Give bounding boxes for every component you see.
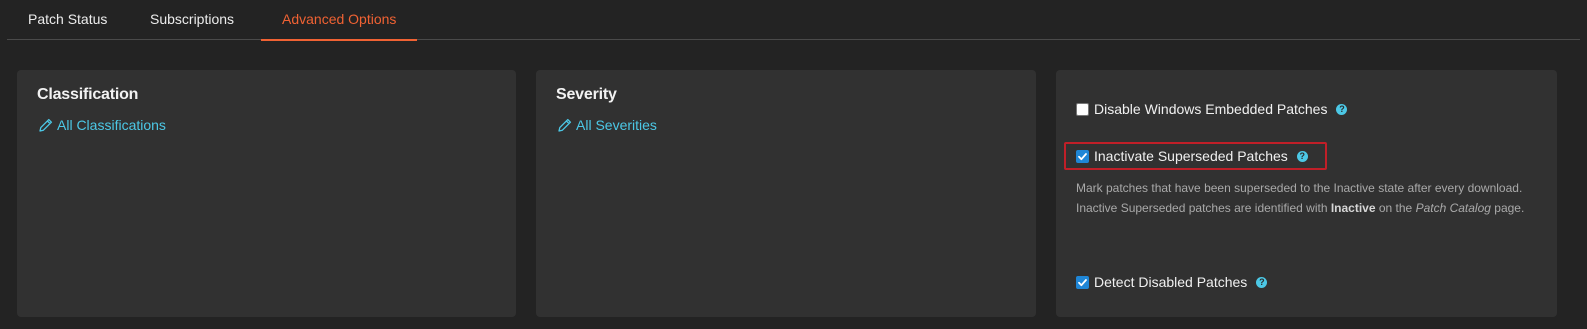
detect-disabled-option: Detect Disabled Patches ? — [1076, 272, 1268, 292]
tab-advanced-options-label: Advanced Options — [282, 11, 397, 27]
active-tab-indicator — [261, 39, 418, 41]
all-classifications-label: All Classifications — [57, 117, 166, 133]
pencil-icon — [39, 118, 53, 132]
detect-disabled-checkbox[interactable] — [1076, 275, 1089, 289]
all-classifications-link[interactable]: All Classifications — [37, 115, 166, 135]
classification-title: Classification — [37, 86, 139, 103]
help-icon[interactable]: ? — [1256, 276, 1268, 288]
pencil-icon — [558, 118, 572, 132]
detect-disabled-label[interactable]: Detect Disabled Patches — [1094, 274, 1247, 290]
disable-embedded-option: Disable Windows Embedded Patches ? — [1076, 99, 1348, 119]
severity-panel: Severity All Severities — [536, 70, 1036, 317]
severity-title: Severity — [556, 86, 617, 103]
help-icon[interactable]: ? — [1336, 103, 1348, 115]
disable-embedded-label[interactable]: Disable Windows Embedded Patches — [1094, 101, 1327, 117]
tab-advanced-options[interactable]: Advanced Options — [261, 0, 418, 41]
tab-subscriptions[interactable]: Subscriptions — [150, 0, 234, 40]
highlight-box — [1064, 142, 1327, 170]
all-severities-label: All Severities — [576, 117, 657, 133]
tab-patch-status[interactable]: Patch Status — [28, 0, 107, 40]
disable-embedded-checkbox[interactable] — [1076, 102, 1089, 116]
all-severities-link[interactable]: All Severities — [556, 115, 657, 135]
classification-panel: Classification All Classifications — [17, 70, 516, 317]
tab-bar: Patch Status Subscriptions Advanced Opti… — [7, 0, 1580, 41]
checkmark-icon — [1078, 278, 1087, 286]
options-panel: Disable Windows Embedded Patches ? Inact… — [1056, 70, 1557, 317]
inactivate-superseded-description: Mark patches that have been superseded t… — [1076, 181, 1525, 215]
